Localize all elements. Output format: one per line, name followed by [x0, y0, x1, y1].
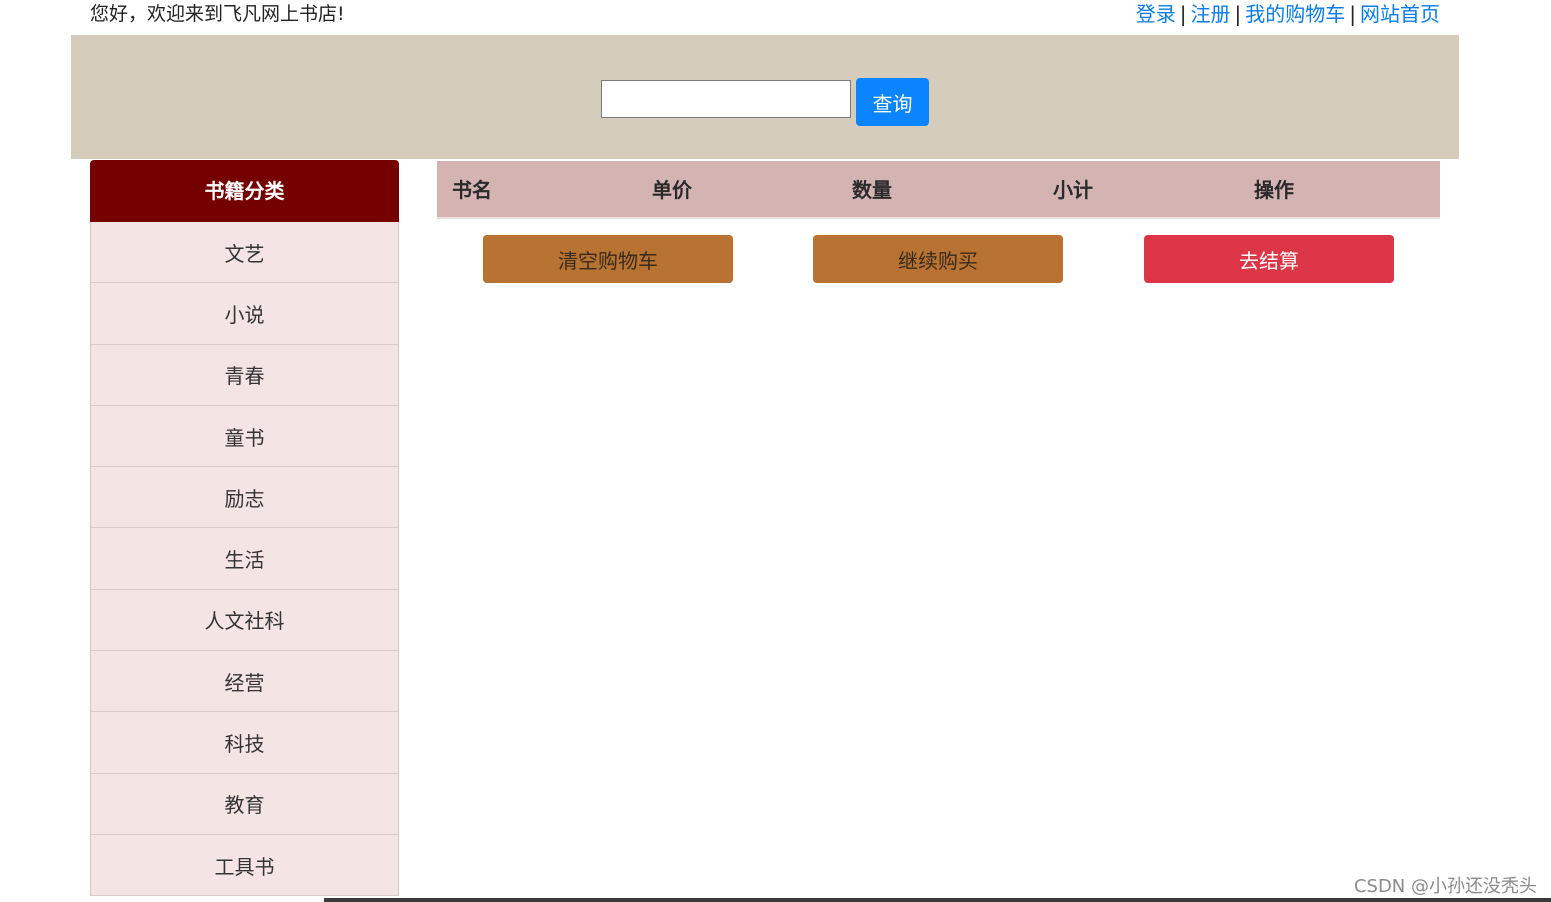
search-band: 查询 [71, 35, 1459, 159]
link-separator: | [1349, 2, 1356, 26]
csdn-watermark: CSDN @小孙还没秃头 [1353, 876, 1537, 897]
search-button[interactable]: 查询 [856, 78, 929, 126]
login-link[interactable]: 登录 [1136, 2, 1176, 26]
link-separator: | [1234, 2, 1242, 26]
sidebar-item-children[interactable]: 童书 [90, 405, 399, 468]
sidebar-item-technology[interactable]: 科技 [90, 712, 399, 774]
sidebar-title: 书籍分类 [90, 160, 399, 222]
checkout-button[interactable]: 去结算 [1144, 235, 1394, 283]
top-bar: 您好，欢迎来到飞凡网上书店! 登录 | 注册 | 我的购物车 | 网站首页 [0, 0, 1551, 34]
column-book-name: 书名 [452, 178, 492, 202]
sidebar-item-education[interactable]: 教育 [90, 773, 399, 835]
continue-shopping-button[interactable]: 继续购买 [813, 235, 1063, 283]
sidebar-item-business[interactable]: 经营 [90, 651, 399, 713]
link-separator: | [1179, 2, 1187, 26]
sidebar-item-inspirational[interactable]: 励志 [90, 467, 399, 529]
column-unit-price: 单价 [652, 178, 692, 202]
category-sidebar: 书籍分类 文艺 小说 青春 童书 励志 生活 人文社科 经营 科技 教育 工具书 [90, 160, 399, 902]
column-subtotal: 小计 [1053, 178, 1093, 202]
home-link[interactable]: 网站首页 [1360, 2, 1440, 26]
column-actions: 操作 [1254, 178, 1294, 202]
column-quantity: 数量 [852, 178, 892, 202]
search-input[interactable] [601, 80, 851, 118]
sidebar-item-humanities[interactable]: 人文社科 [90, 589, 399, 652]
clear-cart-button[interactable]: 清空购物车 [483, 235, 733, 283]
my-cart-link[interactable]: 我的购物车 [1245, 2, 1345, 26]
bottom-scrollbar-edge [324, 898, 1551, 902]
sidebar-item-reference[interactable]: 工具书 [90, 834, 399, 897]
sidebar-item-literature[interactable]: 文艺 [90, 222, 399, 284]
sidebar-item-life[interactable]: 生活 [90, 528, 399, 590]
sidebar-item-novel[interactable]: 小说 [90, 283, 399, 345]
welcome-text: 您好，欢迎来到飞凡网上书店! [90, 3, 345, 25]
cart-table-header: 书名 单价 数量 小计 操作 [437, 161, 1440, 219]
sidebar-item-youth[interactable]: 青春 [90, 344, 399, 406]
top-links: 登录 | 注册 | 我的购物车 | 网站首页 [1136, 2, 1440, 26]
register-link[interactable]: 注册 [1191, 2, 1231, 26]
